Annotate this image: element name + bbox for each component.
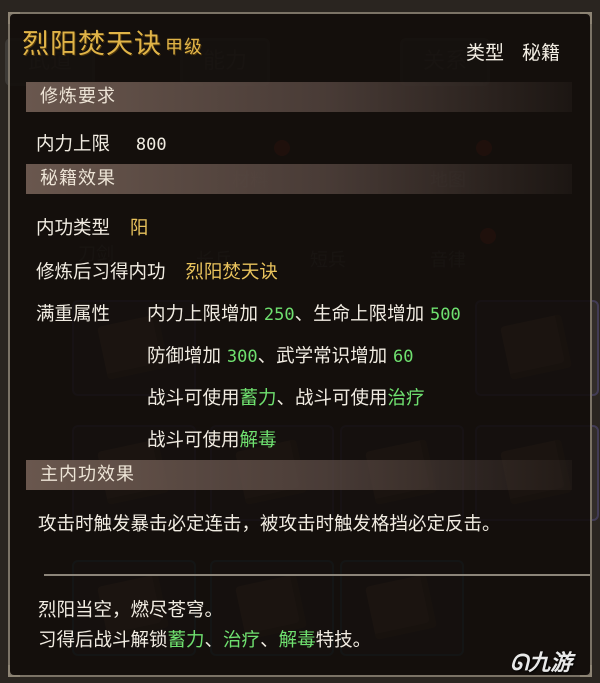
requirement-row: 内力上限 800 (36, 130, 167, 156)
learn-label: 修炼后习得内功 (36, 262, 166, 283)
section-header-requirements: 修炼要求 (26, 82, 572, 112)
attribute-text: 、武学常识增加 (257, 346, 393, 367)
skill-type-row: 内功类型 阳 (36, 214, 148, 240)
skill-type-value: 阳 (129, 218, 149, 239)
learn-row: 修炼后习得内功 烈阳焚天诀 (36, 258, 278, 284)
flavor-text: 烈阳当空，燃尽苍穹。 习得后战斗解锁蓄力、治疗、解毒特技。 (38, 596, 568, 656)
watermark-text: 九游 (528, 651, 573, 676)
divider (44, 574, 590, 576)
attribute-value: 300 (226, 347, 258, 367)
skill-name: 解毒 (278, 630, 316, 651)
panel-corner (580, 12, 592, 24)
skill-name: 治疗 (223, 630, 261, 651)
panel-corner (580, 665, 592, 677)
full-attributes-label: 满重属性 (36, 304, 111, 325)
learn-value: 烈阳焚天诀 (185, 262, 278, 283)
skill-name: 蓄力 (167, 630, 205, 651)
swirl-icon: ᘏ (510, 651, 529, 676)
attribute-text: 战斗可使用 (147, 388, 240, 409)
attribute-text: 、战斗可使用 (276, 388, 388, 409)
attribute-value: 500 (430, 305, 461, 325)
panel-corner (8, 665, 20, 677)
skill-name: 解毒 (239, 430, 277, 451)
item-title: 烈阳焚天诀 甲级 (22, 22, 203, 61)
flavor-line-2: 习得后战斗解锁蓄力、治疗、解毒特技。 (38, 626, 568, 656)
full-attribute-line: 防御增加 300、武学常识增加 60 (147, 342, 413, 368)
section-header-effects: 秘籍效果 (26, 164, 572, 194)
item-name: 烈阳焚天诀 (22, 29, 162, 60)
full-attribute-line: 战斗可使用蓄力、战斗可使用治疗 (147, 384, 425, 410)
item-grade: 甲级 (165, 37, 203, 58)
separator: 、 (260, 630, 279, 651)
full-attribute-line: 战斗可使用解毒 (147, 426, 277, 452)
flavor-text-part: 习得后战斗解锁 (38, 630, 168, 651)
item-type-label: 类型 (465, 42, 504, 64)
flavor-text-part: 特技。 (315, 630, 372, 651)
requirement-value: 800 (135, 135, 167, 155)
skill-name: 治疗 (387, 388, 425, 409)
watermark-logo: ᘏ九游 (510, 645, 572, 677)
attribute-text: 、生命上限增加 (294, 304, 430, 325)
item-type-value: 秘籍 (521, 42, 560, 64)
requirement-label: 内力上限 (36, 134, 111, 155)
skill-type-label: 内功类型 (36, 218, 111, 239)
full-attribute-line: 内力上限增加 250、生命上限增加 500 (147, 300, 461, 326)
item-type: 类型 秘籍 (466, 38, 560, 65)
attribute-value: 250 (263, 305, 295, 325)
attribute-text: 战斗可使用 (147, 430, 240, 451)
attribute-text: 防御增加 (147, 346, 227, 367)
panel-corner (8, 12, 20, 24)
separator: 、 (204, 630, 224, 651)
flavor-line-1: 烈阳当空，燃尽苍穹。 (38, 600, 224, 621)
skill-name: 蓄力 (239, 388, 277, 409)
attribute-text: 内力上限增加 (147, 304, 264, 325)
attribute-value: 60 (393, 347, 414, 367)
section-header-main-effect: 主内功效果 (26, 460, 572, 490)
main-effect-text: 攻击时触发暴击必定连击，被攻击时触发格挡必定反击。 (38, 514, 501, 535)
